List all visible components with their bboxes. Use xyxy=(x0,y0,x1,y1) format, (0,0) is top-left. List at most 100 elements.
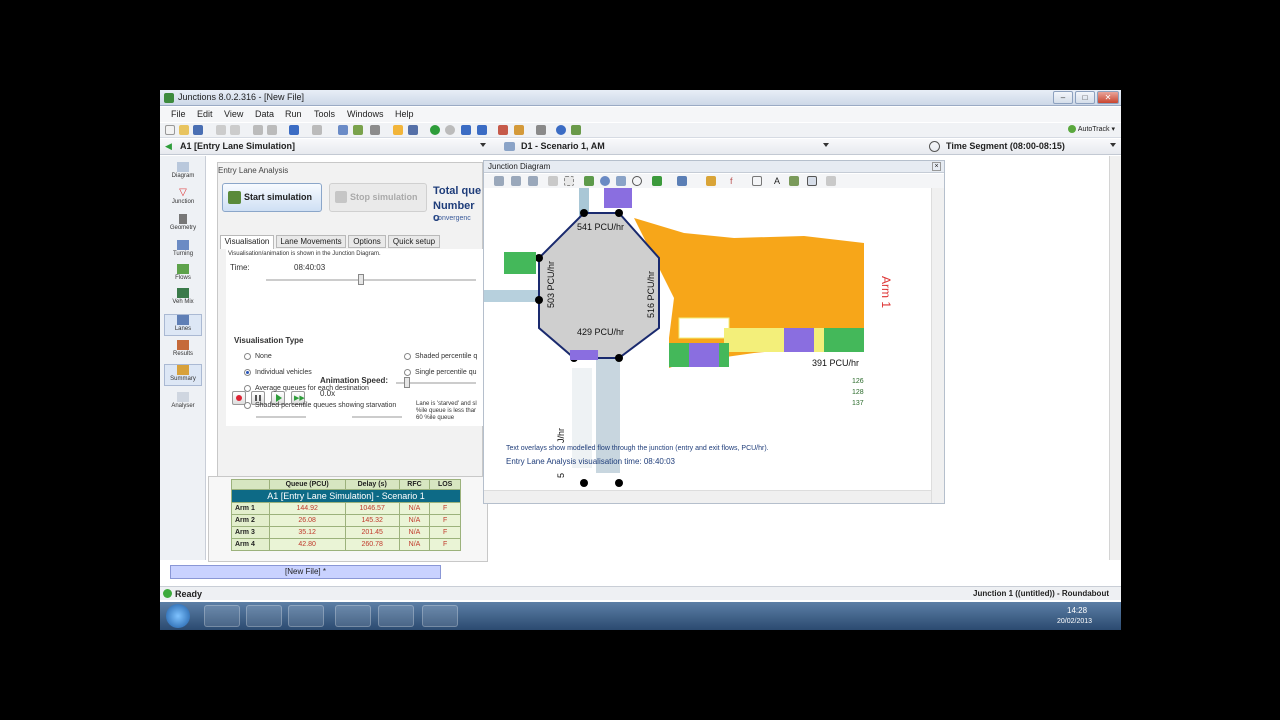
taskbar-junctions-icon[interactable] xyxy=(422,605,458,627)
nav-flows[interactable]: Flows xyxy=(164,264,202,286)
grid-toggle-icon[interactable] xyxy=(752,176,762,186)
nav-geometry[interactable]: Geometry xyxy=(164,214,202,236)
radio-none[interactable] xyxy=(244,353,251,360)
taskbar-media-icon[interactable] xyxy=(288,605,324,627)
scale-icon[interactable] xyxy=(807,176,817,186)
menu-file[interactable]: File xyxy=(171,109,186,119)
report-icon[interactable] xyxy=(571,125,581,135)
colour-icon[interactable] xyxy=(706,176,716,186)
print-icon[interactable] xyxy=(253,125,263,135)
scenario-dropdown-caret-icon[interactable] xyxy=(823,143,829,147)
tools-icon[interactable] xyxy=(498,125,508,135)
radio-individual-vehicles[interactable] xyxy=(244,369,251,376)
table-row[interactable]: Arm 4 42.80 260.78 N/A F xyxy=(231,538,461,551)
nav-turning[interactable]: Turning xyxy=(164,240,202,262)
radio-shaded-percentile[interactable] xyxy=(404,353,411,360)
radio-single-percentile[interactable] xyxy=(404,369,411,376)
time-segment-selector[interactable]: Time Segment (08:00-08:15) xyxy=(946,140,1065,153)
taskbar-explorer-icon[interactable] xyxy=(246,605,282,627)
calculator-icon[interactable] xyxy=(536,125,546,135)
diagram-tool-2-icon[interactable] xyxy=(511,176,521,186)
tab-options[interactable]: Options xyxy=(348,235,386,248)
table-row[interactable]: Arm 1 144.92 1046.57 N/A F xyxy=(231,502,461,515)
split-icon[interactable] xyxy=(408,125,418,135)
back-icon[interactable] xyxy=(430,125,440,135)
taskbar-ie-icon[interactable] xyxy=(204,605,240,627)
nav-analyser[interactable]: Analyser xyxy=(164,392,202,414)
analysis-back-icon[interactable]: ◀ xyxy=(165,142,175,151)
pan-icon[interactable] xyxy=(584,176,594,186)
highlight-icon[interactable] xyxy=(393,125,403,135)
time-slider-track[interactable] xyxy=(266,279,476,281)
diagram-tool-1-icon[interactable] xyxy=(494,176,504,186)
speed-slider-thumb[interactable] xyxy=(404,377,410,388)
export-icon[interactable] xyxy=(826,176,836,186)
diagram-close-icon[interactable]: × xyxy=(932,162,941,171)
stop-simulation-button[interactable]: Stop simulation xyxy=(329,183,427,212)
marquee-icon[interactable] xyxy=(564,176,574,186)
junction-diagram-canvas[interactable]: 541 PCU/hr 503 PCU/hr 516 PCU/hr 429 PCU… xyxy=(484,188,930,488)
maximize-button[interactable]: □ xyxy=(1075,91,1095,104)
tab-quick-setup[interactable]: Quick setup xyxy=(388,235,440,248)
time-segment-dropdown-caret-icon[interactable] xyxy=(1110,143,1116,147)
redo-icon[interactable] xyxy=(312,125,322,135)
print-preview-icon[interactable] xyxy=(267,125,277,135)
tab-visualisation[interactable]: Visualisation xyxy=(220,235,274,249)
layers-icon[interactable] xyxy=(652,176,662,186)
menu-view[interactable]: View xyxy=(224,109,243,119)
nav-summary[interactable]: Summary xyxy=(164,364,202,386)
new-file-icon[interactable] xyxy=(165,125,175,135)
copy-icon[interactable] xyxy=(216,125,226,135)
menu-tools[interactable]: Tools xyxy=(314,109,335,119)
nav-lanes[interactable]: Lanes xyxy=(164,314,202,336)
menu-edit[interactable]: Edit xyxy=(197,109,213,119)
main-vertical-scrollbar[interactable] xyxy=(1109,156,1121,560)
starvation-slider-2[interactable] xyxy=(352,416,402,418)
diagram-horizontal-scrollbar[interactable] xyxy=(484,490,931,503)
nav-diagram[interactable]: Diagram xyxy=(164,162,202,184)
analysis-selector[interactable]: A1 [Entry Lane Simulation] xyxy=(180,140,295,153)
hierarchy-icon[interactable] xyxy=(353,125,363,135)
tree-view-icon[interactable] xyxy=(338,125,348,135)
menu-data[interactable]: Data xyxy=(255,109,274,119)
radio-shaded-starvation[interactable] xyxy=(244,402,251,409)
save-icon[interactable] xyxy=(193,125,203,135)
time-slider-thumb[interactable] xyxy=(358,274,364,285)
help-icon[interactable] xyxy=(556,125,566,135)
undo-icon[interactable] xyxy=(289,125,299,135)
minimize-button[interactable]: – xyxy=(1053,91,1073,104)
select-icon[interactable] xyxy=(548,176,558,186)
document-tab[interactable]: [New File] * xyxy=(170,565,441,579)
open-folder-icon[interactable] xyxy=(179,125,189,135)
diagram-tool-3-icon[interactable] xyxy=(528,176,538,186)
lanes-view-icon[interactable] xyxy=(677,176,687,186)
arrows-icon[interactable] xyxy=(789,176,799,186)
close-button[interactable]: ✕ xyxy=(1097,91,1119,104)
nav-junction[interactable]: ▽ Junction xyxy=(164,188,202,210)
edit-icon[interactable] xyxy=(514,125,524,135)
radio-average-queues[interactable] xyxy=(244,385,251,392)
zoom-fit-icon[interactable] xyxy=(616,176,626,186)
taskbar-app-icon[interactable] xyxy=(335,605,371,627)
zoom-icon[interactable] xyxy=(600,176,610,186)
paste-icon[interactable] xyxy=(230,125,240,135)
nav-results[interactable]: Results xyxy=(164,340,202,362)
forward-icon[interactable] xyxy=(445,125,455,135)
start-orb-icon[interactable] xyxy=(166,604,190,628)
tab-lane-movements[interactable]: Lane Movements xyxy=(276,235,346,248)
down-arrow-icon[interactable] xyxy=(477,125,487,135)
autotrack-button[interactable]: AutoTrack ▾ xyxy=(1067,125,1115,134)
table-row[interactable]: Arm 3 35.12 201.45 N/A F xyxy=(231,526,461,539)
scenario-selector[interactable]: D1 - Scenario 1, AM xyxy=(521,140,605,153)
text-icon[interactable]: A xyxy=(774,176,784,186)
up-arrow-icon[interactable] xyxy=(461,125,471,135)
table-row[interactable]: Arm 2 26.08 145.32 N/A F xyxy=(231,514,461,527)
refresh-icon[interactable] xyxy=(632,176,642,186)
analysis-dropdown-caret-icon[interactable] xyxy=(480,143,486,147)
menu-run[interactable]: Run xyxy=(285,109,302,119)
menu-windows[interactable]: Windows xyxy=(347,109,384,119)
menu-help[interactable]: Help xyxy=(395,109,414,119)
taskbar-powerpoint-icon[interactable] xyxy=(378,605,414,627)
grid-icon[interactable] xyxy=(370,125,380,135)
diagram-vertical-scrollbar[interactable] xyxy=(931,188,944,503)
